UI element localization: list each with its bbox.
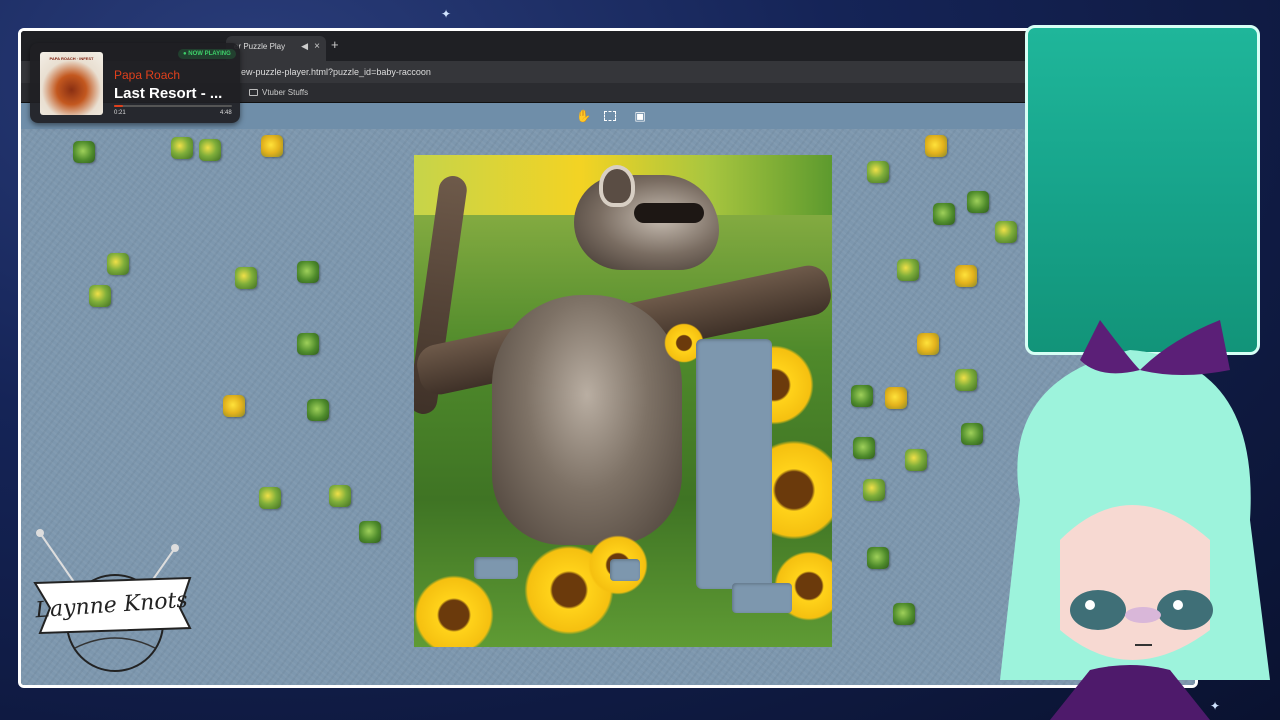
- puzzle-piece[interactable]: [235, 267, 257, 289]
- puzzle-piece[interactable]: [925, 135, 947, 157]
- song-title: Last Resort - ...: [114, 85, 223, 102]
- puzzle-piece[interactable]: [223, 395, 245, 417]
- sunflower-image: [414, 575, 494, 647]
- selection-icon[interactable]: [604, 111, 616, 121]
- puzzle-piece[interactable]: [917, 333, 939, 355]
- album-art-caption: PAPA ROACH · INFEST: [49, 56, 94, 61]
- stream-overlay: ✦ ✦ ✦ er Puzzle Play ◀︎ × + ew-puzzle-pl…: [0, 0, 1280, 720]
- image-icon[interactable]: ▣: [633, 109, 647, 123]
- puzzle-piece[interactable]: [885, 387, 907, 409]
- raccoon-image: [492, 295, 682, 545]
- missing-pieces-area: [610, 559, 640, 581]
- puzzle-piece[interactable]: [89, 285, 111, 307]
- bookmark-vtuber-stuffs[interactable]: Vtuber Stuffs: [249, 88, 308, 97]
- puzzle-piece[interactable]: [329, 485, 351, 507]
- puzzle-piece[interactable]: [867, 161, 889, 183]
- puzzle-piece[interactable]: [297, 261, 319, 283]
- audio-icon[interactable]: ◀︎: [301, 41, 308, 52]
- puzzle-piece[interactable]: [955, 369, 977, 391]
- puzzle-piece[interactable]: [853, 437, 875, 459]
- now-playing-badge: ● NOW PLAYING: [178, 49, 236, 59]
- missing-pieces-area: [474, 557, 518, 579]
- bookmark-label: Vtuber Stuffs: [262, 88, 309, 97]
- album-art: PAPA ROACH · INFEST: [40, 52, 103, 115]
- total-time: 4:48: [220, 110, 232, 116]
- channel-logo: Laynne Knots: [33, 529, 192, 672]
- song-progress-bar: [114, 105, 232, 107]
- puzzle-piece[interactable]: [307, 399, 329, 421]
- missing-pieces-area: [732, 583, 792, 613]
- tab-title: er Puzzle Play: [234, 42, 286, 51]
- puzzle-piece[interactable]: [905, 449, 927, 471]
- puzzle-piece[interactable]: [297, 333, 319, 355]
- hand-icon[interactable]: ✋: [576, 109, 591, 123]
- puzzle-piece[interactable]: [955, 265, 977, 287]
- puzzle-piece[interactable]: [259, 487, 281, 509]
- puzzle-piece[interactable]: [867, 547, 889, 569]
- raccoon-ear-image: [599, 165, 635, 207]
- puzzle-piece[interactable]: [995, 221, 1017, 243]
- artist-name: Papa Roach: [114, 68, 181, 82]
- star-decoration: ✦: [441, 7, 452, 21]
- song-progress-fill: [114, 105, 123, 107]
- puzzle-board[interactable]: [414, 155, 832, 647]
- puzzle-piece[interactable]: [897, 259, 919, 281]
- raccoon-mask-image: [634, 203, 704, 223]
- tab-puzzle-player[interactable]: er Puzzle Play ◀︎ ×: [226, 36, 326, 61]
- now-playing-widget: PAPA ROACH · INFEST ● NOW PLAYING Papa R…: [30, 43, 240, 123]
- puzzle-piece[interactable]: [359, 521, 381, 543]
- missing-pieces-area: [696, 339, 772, 589]
- puzzle-piece[interactable]: [967, 191, 989, 213]
- vtuber-avatar: [1000, 320, 1270, 720]
- puzzle-piece[interactable]: [261, 135, 283, 157]
- puzzle-piece[interactable]: [107, 253, 129, 275]
- url-text[interactable]: ew-puzzle-player.html?puzzle_id=baby-rac…: [241, 67, 431, 77]
- puzzle-piece[interactable]: [863, 479, 885, 501]
- puzzle-piece[interactable]: [199, 139, 221, 161]
- puzzle-piece[interactable]: [893, 603, 915, 625]
- close-tab-icon[interactable]: ×: [314, 41, 320, 52]
- puzzle-piece[interactable]: [73, 141, 95, 163]
- new-tab-button[interactable]: +: [331, 37, 339, 52]
- puzzle-piece[interactable]: [851, 385, 873, 407]
- folder-icon: [249, 89, 258, 96]
- current-time: 0:21: [114, 110, 126, 116]
- puzzle-piece[interactable]: [171, 137, 193, 159]
- puzzle-piece[interactable]: [933, 203, 955, 225]
